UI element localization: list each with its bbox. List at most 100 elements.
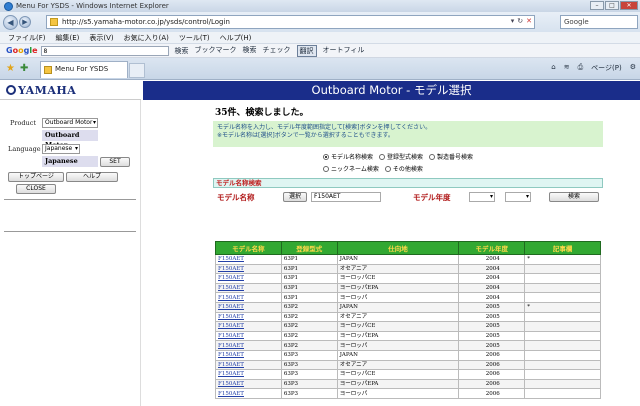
radio-button[interactable] [379,153,386,160]
table-cell: ヨーロッパEPA [336,330,460,342]
search-type-radio[interactable]: モデル名称検索 [323,152,373,161]
model-link[interactable]: F150AET [215,388,282,399]
column-header: モデル年度 [458,241,526,255]
table-cell: JAPAN [336,349,460,361]
model-name-label: モデル名称 [217,193,255,202]
close-button[interactable]: CLOSE [16,184,56,194]
search-button[interactable]: 検索 [549,192,599,202]
model-link[interactable]: F150AET [215,292,282,303]
search-input[interactable]: Google [560,15,638,29]
tab-title: Menu For YSDS [55,65,109,73]
table-cell: * [524,301,601,313]
menu-item[interactable]: お気に入り(A) [124,33,169,43]
google-logo[interactable]: Google [6,46,38,55]
feeds-icon[interactable]: ≋ [564,63,570,73]
model-link[interactable]: F150AET [215,254,282,265]
search-type-radio[interactable]: ニックネーム検索 [323,164,379,173]
model-name-input[interactable]: F150AET [311,192,381,202]
google-toolbar-item[interactable]: オートフィル [323,45,365,57]
new-tab-button[interactable] [129,63,145,78]
radio-button[interactable] [323,153,329,160]
radio-button[interactable] [429,153,436,160]
model-link[interactable]: F150AET [215,311,282,323]
table-cell [524,330,601,342]
model-year-to-select[interactable] [505,192,531,202]
window-title: Menu For YSDS - Windows Internet Explore… [16,2,169,10]
print-icon[interactable]: ⎙ [578,63,584,73]
stop-icon[interactable]: ✕ [526,17,532,25]
address-bar: ◀ ▶ http://s5.yamaha-motor.co.jp/ysds/co… [0,12,640,32]
menu-bar: ファイル(F) 編集(E) 表示(V) お気に入り(A) ツール(T) ヘルプ(H) [0,32,640,44]
product-label: Product [10,119,36,127]
table-cell: 2004 [458,273,526,284]
radio-button[interactable] [384,165,391,172]
table-cell: ヨーロッパEPA [336,378,460,390]
table-cell [524,369,601,380]
favorites-star-icon[interactable]: ★ [6,63,15,74]
table-row: F150AET 63P1 オセアニア 2004 [215,263,601,275]
dropdown-icon[interactable]: ▾ [511,17,515,25]
language-select[interactable]: Japanese [42,144,80,154]
model-link[interactable]: F150AET [215,359,282,371]
google-search-input[interactable]: 8 [40,45,169,56]
menu-item[interactable]: ファイル(F) [8,33,46,43]
notice-line: ※モデル名称は[選択]ボタンで一覧から選択することもできます。 [217,132,394,139]
model-link[interactable]: F150AET [215,263,282,275]
menu-item[interactable]: ヘルプ(H) [220,33,252,43]
search-type-radio[interactable]: 製造番号検索 [429,152,473,161]
table-cell: 63P2 [280,311,338,323]
url-input[interactable]: http://s5.yamaha-motor.co.jp/ysds/contro… [46,15,535,29]
table-cell: 63P1 [280,273,338,284]
menu-item[interactable]: ツール(T) [179,33,210,43]
table-cell: 63P3 [280,388,338,399]
search-type-radio[interactable]: その他検索 [384,164,423,173]
model-link[interactable]: F150AET [215,282,282,294]
table-cell [524,311,601,323]
close-window-button[interactable]: ✕ [620,1,638,10]
table-cell: 63P3 [280,359,338,371]
notice-line: モデル名称を入力し、モデル年度範囲指定して[検索]ボタンを押してください。 [217,124,432,131]
add-favorites-icon[interactable]: ✚ [20,63,28,74]
forward-button[interactable]: ▶ [19,16,31,28]
page-menu[interactable]: ページ(P) [591,63,622,73]
model-year-from-select[interactable] [469,192,495,202]
refresh-icon[interactable]: ↻ [517,17,523,25]
window-controls: – □ ✕ [590,1,638,10]
menu-item[interactable]: 表示(V) [89,33,113,43]
table-cell: * [524,254,601,265]
help-button[interactable]: ヘルプ [66,172,118,182]
table-cell: 2006 [458,388,526,399]
model-link[interactable]: F150AET [215,301,282,313]
radio-button[interactable] [323,165,329,172]
google-toolbar-item[interactable]: チェック [263,45,291,57]
model-link[interactable]: F150AET [215,340,282,351]
google-toolbar-item[interactable]: 翻訳 [296,44,317,57]
menu-item[interactable]: 編集(E) [56,33,80,43]
google-toolbar-item[interactable]: ブックマーク [195,45,237,57]
model-link[interactable]: F150AET [215,321,282,332]
google-toolbar-item[interactable]: 検索 [243,45,257,57]
model-link[interactable]: F150AET [215,378,282,390]
minimize-button[interactable]: – [590,1,604,10]
model-link[interactable]: F150AET [215,273,282,284]
google-search-button[interactable]: 検索 [175,46,189,56]
search-type-radio[interactable]: 登録型式検索 [379,152,423,161]
top-page-button[interactable]: トップページ [8,172,64,182]
set-button[interactable]: SET [100,157,130,167]
tools-icon[interactable]: ⚙ [630,63,636,73]
maximize-button[interactable]: □ [605,1,619,10]
model-link[interactable]: F150AET [215,349,282,361]
tab-menu-for-ysds[interactable]: Menu For YSDS [40,61,128,78]
column-header: 記事欄 [524,241,601,255]
back-button[interactable]: ◀ [3,14,18,30]
model-link[interactable]: F150AET [215,330,282,342]
model-link[interactable]: F150AET [215,369,282,380]
home-icon[interactable]: ⌂ [551,63,555,73]
window-title-bar: Menu For YSDS - Windows Internet Explore… [0,0,640,12]
table-cell: JAPAN [336,301,460,313]
table-cell: 2006 [458,349,526,361]
table-cell: 63P3 [280,369,338,380]
product-select[interactable]: Outboard Motor [42,118,98,128]
table-cell: ヨーロッパ [336,340,460,351]
select-model-button[interactable]: 選択 [283,192,307,202]
